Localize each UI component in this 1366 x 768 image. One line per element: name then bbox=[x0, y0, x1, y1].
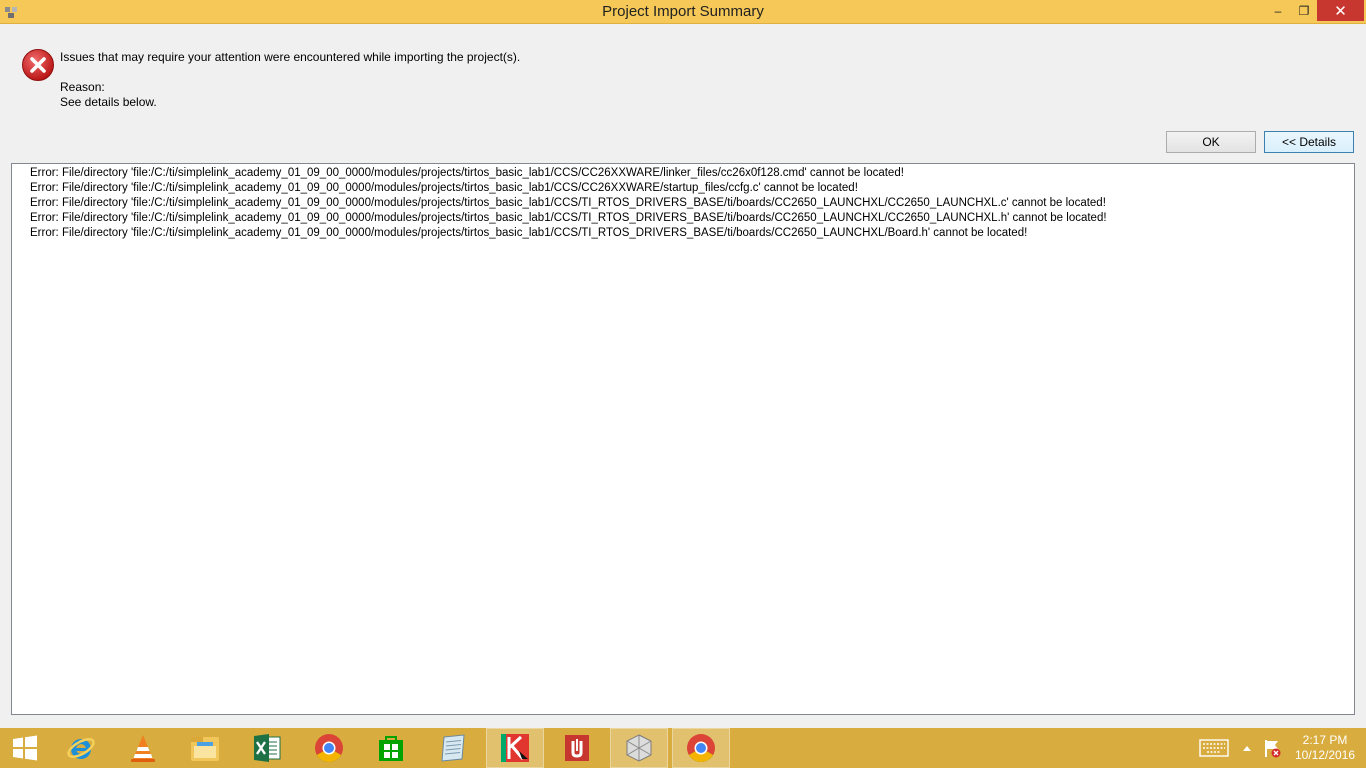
taskbar-chrome[interactable] bbox=[300, 728, 358, 768]
error-icon bbox=[22, 49, 54, 81]
taskbar-vlc[interactable] bbox=[114, 728, 172, 768]
taskbar-notepad[interactable] bbox=[424, 728, 482, 768]
clock[interactable]: 2:17 PM 10/12/2016 bbox=[1290, 733, 1360, 763]
taskbar-file-explorer[interactable] bbox=[176, 728, 234, 768]
action-center-button[interactable] bbox=[1260, 728, 1284, 768]
start-icon bbox=[13, 735, 37, 761]
chevron-up-icon bbox=[1243, 746, 1251, 751]
show-hidden-icons-button[interactable] bbox=[1238, 728, 1256, 768]
excel-icon bbox=[254, 734, 281, 762]
taskbar-store[interactable] bbox=[362, 728, 420, 768]
ok-button[interactable]: OK bbox=[1166, 131, 1256, 153]
taskbar-kaspersky[interactable] bbox=[486, 728, 544, 768]
keyboard-icon bbox=[1199, 739, 1229, 757]
taskbar-chrome-active[interactable] bbox=[672, 728, 730, 768]
reason-label: Reason: bbox=[60, 80, 105, 94]
details-line[interactable]: Error: File/directory 'file:/C:/ti/simpl… bbox=[30, 211, 1354, 226]
notepad-icon bbox=[441, 734, 465, 762]
details-list[interactable]: Error: File/directory 'file:/C:/ti/simpl… bbox=[11, 163, 1355, 715]
file-explorer-icon bbox=[191, 737, 219, 761]
acrobat-icon bbox=[565, 735, 589, 761]
clock-time: 2:17 PM bbox=[1302, 733, 1348, 747]
clock-date: 10/12/2016 bbox=[1294, 748, 1356, 762]
minimize-button[interactable]: – bbox=[1265, 0, 1291, 21]
start-button[interactable] bbox=[0, 728, 50, 768]
summary-message: Issues that may require your attention w… bbox=[60, 50, 521, 64]
details-line[interactable]: Error: File/directory 'file:/C:/ti/simpl… bbox=[30, 181, 1354, 196]
chrome-icon bbox=[315, 734, 343, 762]
taskbar-virtual-box[interactable] bbox=[610, 728, 668, 768]
details-button[interactable]: << Details bbox=[1264, 131, 1354, 153]
kaspersky-icon bbox=[501, 734, 529, 762]
close-button[interactable]: ✕ bbox=[1317, 0, 1364, 21]
internet-explorer-icon bbox=[67, 738, 95, 759]
chrome-icon bbox=[687, 734, 715, 762]
reason-text: See details below. bbox=[60, 95, 157, 109]
window-title: Project Import Summary bbox=[602, 3, 764, 20]
taskbar: 2:17 PM 10/12/2016 bbox=[0, 728, 1366, 768]
taskbar-acrobat[interactable] bbox=[548, 728, 606, 768]
title-bar[interactable]: Project Import Summary – ❐ ✕ bbox=[0, 0, 1366, 24]
vlc-icon bbox=[131, 735, 155, 762]
taskbar-internet-explorer[interactable] bbox=[52, 728, 110, 768]
action-center-flag-icon bbox=[1265, 740, 1281, 758]
store-icon bbox=[379, 736, 403, 761]
details-line[interactable]: Error: File/directory 'file:/C:/ti/simpl… bbox=[30, 196, 1354, 211]
details-line[interactable]: Error: File/directory 'file:/C:/ti/simpl… bbox=[30, 166, 1354, 181]
details-line[interactable]: Error: File/directory 'file:/C:/ti/simpl… bbox=[30, 226, 1354, 241]
taskbar-excel[interactable] bbox=[238, 728, 296, 768]
virtual-box-icon bbox=[626, 734, 652, 762]
touch-keyboard-button[interactable] bbox=[1196, 728, 1232, 768]
restore-button[interactable]: ❐ bbox=[1291, 0, 1317, 21]
